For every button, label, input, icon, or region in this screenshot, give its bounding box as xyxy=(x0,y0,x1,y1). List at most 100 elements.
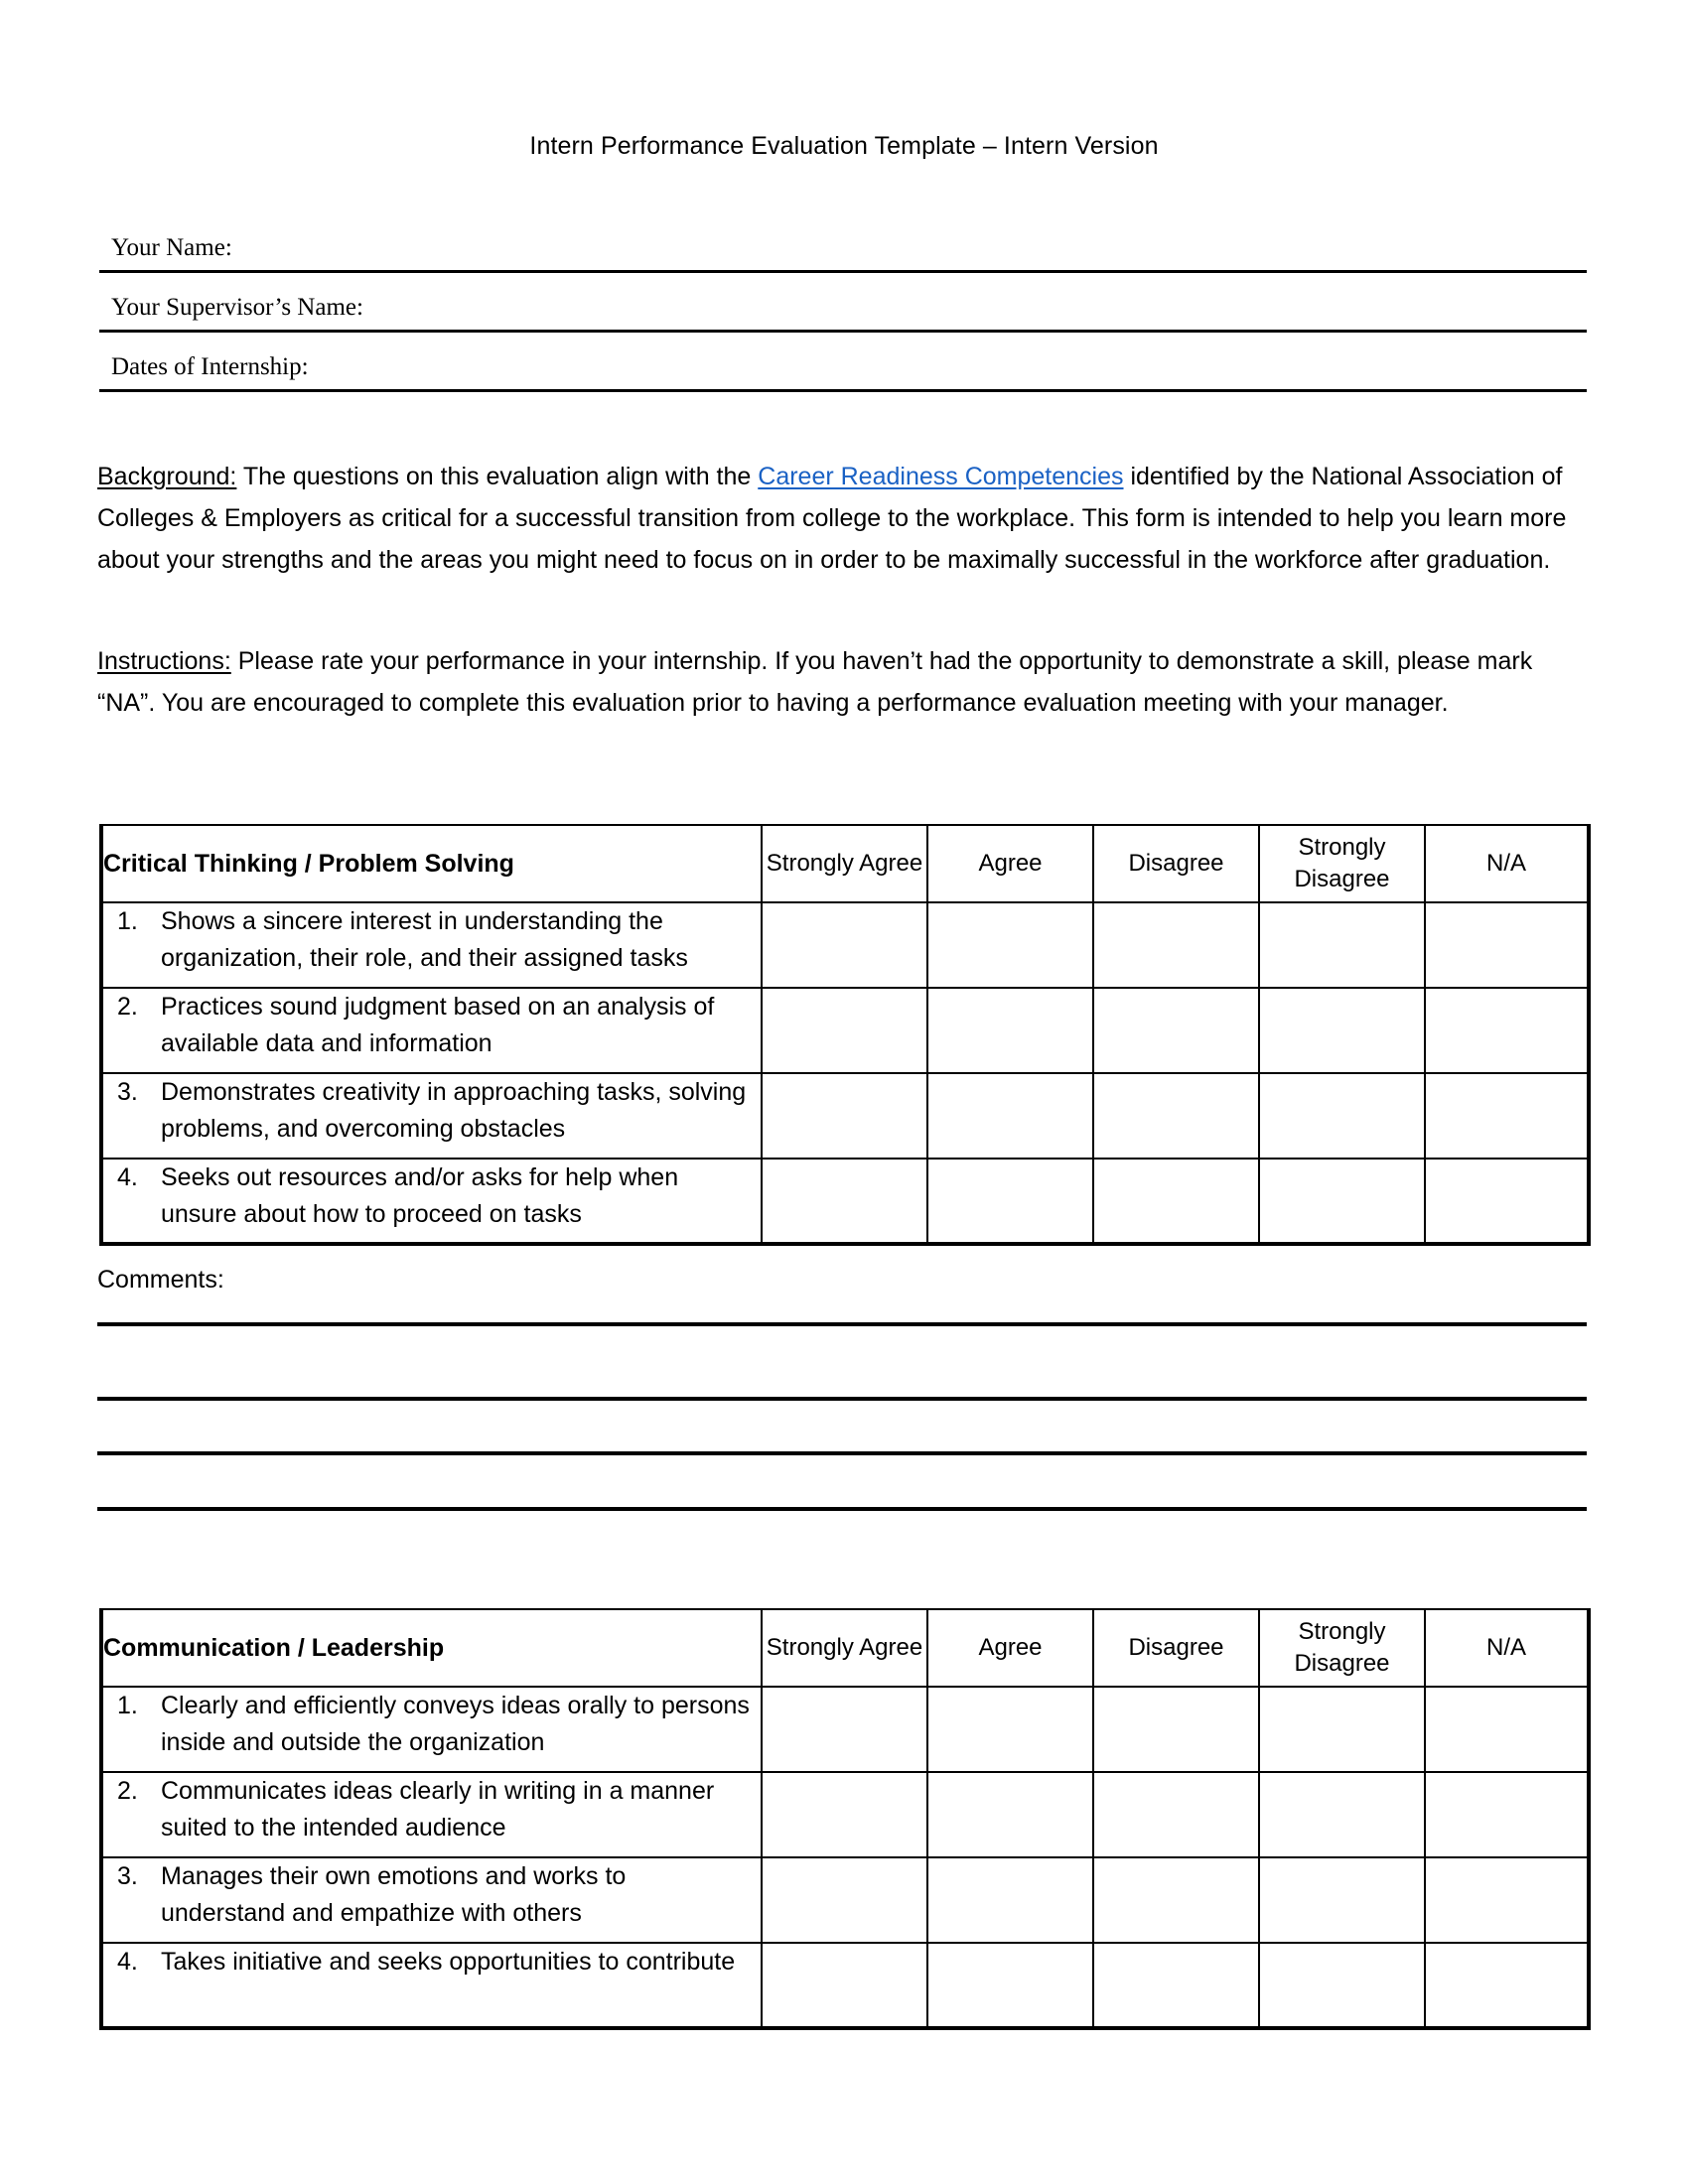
rating-cell-strongly-agree[interactable] xyxy=(761,1771,928,1858)
rating-cell-na[interactable] xyxy=(1424,1856,1591,1944)
item-number: 2. xyxy=(117,1777,138,1805)
item-number: 4. xyxy=(117,1163,138,1191)
rating-cell-strongly-disagree[interactable] xyxy=(1258,1158,1426,1246)
career-readiness-competencies-link[interactable]: Career Readiness Competencies xyxy=(758,463,1123,490)
field-row-supervisor-name[interactable]: Your Supervisor’s Name: xyxy=(99,273,1587,333)
table-header-row: Communication / Leadership Strongly Agre… xyxy=(99,1608,1591,1688)
column-header-disagree: Disagree xyxy=(1092,824,1260,903)
rating-cell-disagree[interactable] xyxy=(1092,1942,1260,2030)
item-text: Manages their own emotions and works to … xyxy=(161,1862,627,1927)
table-row: 4. Takes initiative and seeks opportuniti… xyxy=(99,1942,1591,2030)
rating-cell-agree[interactable] xyxy=(926,1158,1094,1246)
item-cell: 1. Shows a sincere interest in understand… xyxy=(99,901,763,989)
rating-cell-strongly-agree[interactable] xyxy=(761,1072,928,1160)
item-cell: 3. Demonstrates creativity in approaching… xyxy=(99,1072,763,1160)
item-text: Communicates ideas clearly in writing in… xyxy=(161,1777,715,1842)
rating-cell-disagree[interactable] xyxy=(1092,1856,1260,1944)
column-header-na: N/A xyxy=(1424,824,1591,903)
rating-cell-strongly-agree[interactable] xyxy=(761,987,928,1074)
field-row-your-name[interactable]: Your Name: xyxy=(99,213,1587,273)
item-number: 2. xyxy=(117,993,138,1021)
item-number: 3. xyxy=(117,1078,138,1106)
rating-cell-strongly-disagree[interactable] xyxy=(1258,1942,1426,2030)
table-row: 1. Shows a sincere interest in understand… xyxy=(99,901,1591,989)
rating-cell-strongly-disagree[interactable] xyxy=(1258,901,1426,989)
rating-cell-na[interactable] xyxy=(1424,1686,1591,1773)
column-header-agree: Agree xyxy=(926,1608,1094,1688)
rating-cell-strongly-agree[interactable] xyxy=(761,1686,928,1773)
rating-cell-disagree[interactable] xyxy=(1092,1072,1260,1160)
rating-cell-agree[interactable] xyxy=(926,1686,1094,1773)
rating-cell-strongly-disagree[interactable] xyxy=(1258,1072,1426,1160)
comment-line[interactable] xyxy=(97,1322,1587,1326)
rating-cell-disagree[interactable] xyxy=(1092,1771,1260,1858)
instructions-lead: Instructions: xyxy=(97,647,231,675)
comments-label: Comments: xyxy=(97,1266,224,1294)
rating-cell-strongly-agree[interactable] xyxy=(761,1158,928,1246)
item-text: Practices sound judgment based on an ana… xyxy=(161,993,715,1057)
rating-cell-strongly-agree[interactable] xyxy=(761,1942,928,2030)
item-number: 1. xyxy=(117,907,138,935)
item-cell: 1. Clearly and efficiently conveys ideas … xyxy=(99,1686,763,1773)
rating-cell-strongly-disagree[interactable] xyxy=(1258,987,1426,1074)
field-label-dates-of-internship: Dates of Internship: xyxy=(111,353,309,380)
item-text: Demonstrates creativity in approaching t… xyxy=(161,1078,747,1143)
rating-cell-na[interactable] xyxy=(1424,1158,1591,1246)
item-number: 1. xyxy=(117,1692,138,1719)
rating-cell-strongly-disagree[interactable] xyxy=(1258,1856,1426,1944)
field-label-supervisor-name: Your Supervisor’s Name: xyxy=(111,294,363,321)
document-page: Intern Performance Evaluation Template –… xyxy=(0,0,1688,2184)
comment-line[interactable] xyxy=(97,1507,1587,1511)
background-lead: Background: xyxy=(97,463,237,490)
table-header-row: Critical Thinking / Problem Solving Stro… xyxy=(99,824,1591,903)
rating-cell-disagree[interactable] xyxy=(1092,1686,1260,1773)
field-label-your-name: Your Name: xyxy=(111,234,232,261)
comment-line[interactable] xyxy=(97,1451,1587,1455)
rating-table-critical-thinking: Critical Thinking / Problem Solving Stro… xyxy=(99,824,1591,1246)
item-text: Takes initiative and seeks opportunities… xyxy=(161,1948,736,1976)
rating-table-communication-leadership: Communication / Leadership Strongly Agre… xyxy=(99,1608,1591,2030)
item-number: 4. xyxy=(117,1948,138,1976)
instructions-text: Please rate your performance in your int… xyxy=(97,647,1533,717)
rating-cell-strongly-disagree[interactable] xyxy=(1258,1686,1426,1773)
rating-cell-strongly-agree[interactable] xyxy=(761,901,928,989)
table-row: 2. Practices sound judgment based on an a… xyxy=(99,987,1591,1074)
column-header-agree: Agree xyxy=(926,824,1094,903)
column-header-strongly-agree: Strongly Agree xyxy=(761,1608,928,1688)
column-header-strongly-agree: Strongly Agree xyxy=(761,824,928,903)
rating-cell-disagree[interactable] xyxy=(1092,901,1260,989)
column-header-na: N/A xyxy=(1424,1608,1591,1688)
rating-cell-strongly-agree[interactable] xyxy=(761,1856,928,1944)
item-number: 3. xyxy=(117,1862,138,1890)
item-cell: 4. Takes initiative and seeks opportuniti… xyxy=(99,1942,763,2030)
table-row: 1. Clearly and efficiently conveys ideas … xyxy=(99,1686,1591,1773)
page-title: Intern Performance Evaluation Template –… xyxy=(529,132,1159,160)
table-row: 4. Seeks out resources and/or asks for he… xyxy=(99,1158,1591,1246)
item-text: Shows a sincere interest in understandin… xyxy=(161,907,688,972)
item-text: Clearly and efficiently conveys ideas or… xyxy=(161,1692,750,1756)
background-paragraph: Background: The questions on this evalua… xyxy=(97,456,1587,581)
rating-cell-agree[interactable] xyxy=(926,987,1094,1074)
rating-cell-na[interactable] xyxy=(1424,901,1591,989)
table-row: 3. Manages their own emotions and works t… xyxy=(99,1856,1591,1944)
rating-cell-strongly-disagree[interactable] xyxy=(1258,1771,1426,1858)
rating-cell-na[interactable] xyxy=(1424,1072,1591,1160)
background-text-before-link: The questions on this evaluation align w… xyxy=(236,463,759,490)
rating-cell-agree[interactable] xyxy=(926,1072,1094,1160)
item-cell: 2. Communicates ideas clearly in writing … xyxy=(99,1771,763,1858)
rating-cell-agree[interactable] xyxy=(926,901,1094,989)
rating-cell-na[interactable] xyxy=(1424,1771,1591,1858)
rating-cell-agree[interactable] xyxy=(926,1942,1094,2030)
table-category-communication-leadership: Communication / Leadership xyxy=(99,1608,763,1688)
comment-line[interactable] xyxy=(97,1397,1587,1401)
table-row: 2. Communicates ideas clearly in writing … xyxy=(99,1771,1591,1858)
rating-cell-na[interactable] xyxy=(1424,1942,1591,2030)
column-header-strongly-disagree: Strongly Disagree xyxy=(1258,1608,1426,1688)
rating-cell-agree[interactable] xyxy=(926,1856,1094,1944)
rating-cell-disagree[interactable] xyxy=(1092,1158,1260,1246)
rating-cell-agree[interactable] xyxy=(926,1771,1094,1858)
column-header-strongly-disagree: Strongly Disagree xyxy=(1258,824,1426,903)
rating-cell-na[interactable] xyxy=(1424,987,1591,1074)
field-row-dates-of-internship[interactable]: Dates of Internship: xyxy=(99,333,1587,392)
rating-cell-disagree[interactable] xyxy=(1092,987,1260,1074)
